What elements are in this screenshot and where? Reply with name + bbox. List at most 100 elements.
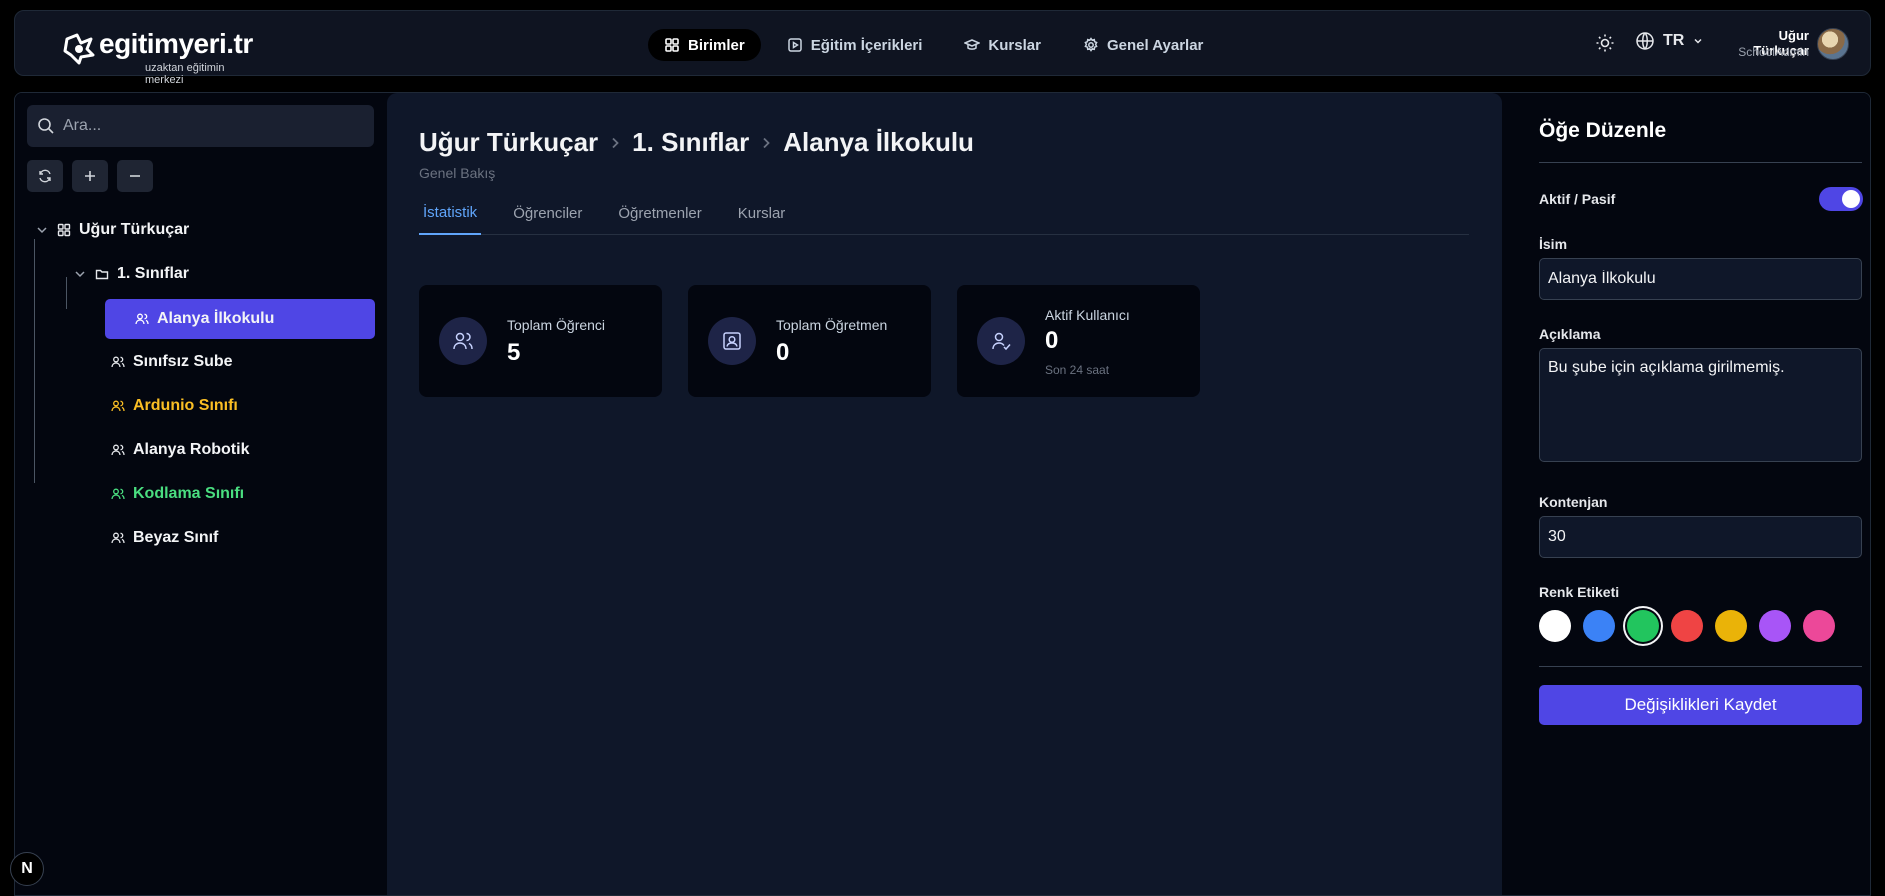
description-field[interactable]: Bu şube için açıklama girilmemiş. [1539, 348, 1862, 462]
save-button[interactable]: Değişiklikleri Kaydet [1539, 685, 1862, 725]
tree-guide [66, 277, 67, 309]
users-icon [111, 488, 125, 500]
tab-istatistik[interactable]: İstatistik [419, 191, 482, 235]
user-check-icon [992, 332, 1011, 351]
description-label: Açıklama [1539, 326, 1601, 342]
search-input[interactable] [63, 117, 353, 135]
search-box [27, 105, 374, 147]
chevron-right-icon [763, 137, 770, 148]
search-icon [38, 118, 54, 134]
color-swatch-yellow[interactable] [1715, 610, 1747, 642]
brand-tagline: uzaktan eğitimin merkezi [145, 62, 225, 86]
color-swatches [1539, 610, 1835, 642]
stat-label: Toplam Öğrenci [507, 317, 606, 333]
nav-birimler[interactable]: Birimler [648, 29, 761, 61]
active-label: Aktif / Pasif [1539, 191, 1616, 207]
tree-guide [34, 239, 35, 483]
refresh-button[interactable] [27, 160, 63, 192]
app-frame: Uğur Türkuçar 1. Sınıflar Alanya İlkokul… [14, 92, 1871, 896]
stat-card-active-users: Aktif Kullanıcı 0 Son 24 saat [957, 285, 1200, 397]
color-swatch-blue[interactable] [1583, 610, 1615, 642]
stat-card-students: Toplam Öğrenci 5 [419, 285, 662, 397]
tree-item-label: Alanya Robotik [133, 441, 250, 458]
nav-label: Eğitim İçerikleri [810, 36, 923, 54]
stat-label: Toplam Öğretmen [776, 317, 888, 333]
globe-icon [1636, 32, 1654, 50]
tree-item-label: Ardunio Sınıfı [133, 397, 238, 414]
tree-item-label: Kodlama Sınıfı [133, 485, 245, 502]
users-icon [111, 400, 125, 412]
tree-item-folder[interactable]: 1. Sınıflar [73, 255, 189, 293]
contact-square-icon [723, 332, 741, 350]
minus-icon [130, 175, 140, 177]
tab-ogrenciler[interactable]: Öğrenciler [509, 191, 586, 235]
stat-value: 0 [1045, 327, 1059, 354]
tree-item[interactable]: Ardunio Sınıfı [111, 387, 238, 425]
language-select[interactable]: TR [1635, 31, 1704, 51]
active-toggle[interactable] [1819, 187, 1863, 211]
tree-item[interactable]: Sınıfsız Sube [111, 343, 233, 381]
top-bar: egitimyeri.tr uzaktan eğitimin merkezi B… [14, 10, 1871, 86]
stat-label: Aktif Kullanıcı [1045, 307, 1130, 323]
quota-label: Kontenjan [1539, 494, 1608, 510]
color-swatch-green[interactable] [1627, 610, 1659, 642]
expand-all-button[interactable] [72, 160, 108, 192]
tree-item-selected[interactable]: Alanya İlkokulu [105, 299, 375, 339]
nav-egitim-icerikleri[interactable]: Eğitim İçerikleri [771, 29, 939, 61]
color-swatch-red[interactable] [1671, 610, 1703, 642]
stat-icon-wrap [708, 317, 756, 365]
breadcrumb: Uğur Türkuçar 1. Sınıflar Alanya İlkokul… [419, 127, 974, 158]
edit-panel: Öğe Düzenle Aktif / Pasif İsim Açıklama … [1503, 93, 1870, 895]
collapse-all-button[interactable] [117, 160, 153, 192]
name-field[interactable] [1539, 258, 1862, 300]
page-subtitle: Genel Bakış [419, 165, 496, 181]
breadcrumb-item-current: Alanya İlkokulu [783, 127, 974, 157]
stat-icon-wrap [977, 317, 1025, 365]
chevron-down-icon [75, 271, 85, 278]
tree-item-root[interactable]: Uğur Türkuçar [35, 211, 189, 249]
grid-icon [665, 38, 679, 52]
folder-icon [95, 269, 109, 280]
nav-genel-ayarlar[interactable]: Genel Ayarlar [1067, 29, 1219, 61]
main-content: Uğur Türkuçar 1. Sınıflar Alanya İlkokul… [387, 93, 1502, 895]
color-swatch-white[interactable] [1539, 610, 1571, 642]
divider [1539, 162, 1862, 163]
main-nav: Birimler Eğitim İçerikleri Kurslar Genel… [648, 29, 1219, 61]
name-label: İsim [1539, 236, 1568, 252]
panel-title: Öğe Düzenle [1539, 119, 1667, 142]
tree-item[interactable]: Kodlama Sınıfı [111, 475, 244, 513]
chevron-down-icon [1694, 38, 1702, 44]
graduation-cap-icon [964, 39, 981, 50]
users-icon [111, 356, 125, 368]
user-role: SchoolAdmin [1738, 45, 1809, 59]
tree-item[interactable]: Beyaz Sınıf [111, 519, 218, 557]
color-label: Renk Etiketi [1539, 584, 1620, 600]
breadcrumb-item[interactable]: 1. Sınıflar [632, 127, 749, 158]
tree-item-label: Uğur Türkuçar [79, 221, 190, 238]
toggle-knob [1842, 190, 1860, 208]
tab-kurslar[interactable]: Kurslar [734, 191, 790, 235]
tree-item-label: Alanya İlkokulu [157, 310, 275, 327]
chevron-right-icon [612, 137, 619, 148]
nav-kurslar[interactable]: Kurslar [948, 29, 1057, 61]
brand-logo[interactable]: egitimyeri.tr uzaktan eğitimin merkezi [47, 21, 257, 86]
color-swatch-purple[interactable] [1759, 610, 1791, 642]
tab-ogretmenler[interactable]: Öğretmenler [614, 191, 705, 235]
users-icon [453, 332, 473, 350]
tab-bar: İstatistik Öğrenciler Öğretmenler Kursla… [419, 191, 1469, 235]
users-icon [111, 532, 125, 544]
divider [1539, 666, 1862, 667]
next-dev-badge[interactable]: N [10, 852, 44, 886]
nav-label: Birimler [688, 36, 745, 54]
nav-label: Genel Ayarlar [1106, 36, 1204, 54]
stat-card-teachers: Toplam Öğretmen 0 [688, 285, 931, 397]
tree-toolbar [27, 160, 153, 192]
breadcrumb-item[interactable]: Uğur Türkuçar [419, 127, 598, 158]
logo-mark-icon [63, 33, 95, 65]
avatar[interactable] [1817, 28, 1849, 60]
tree-item-label: Sınıfsız Sube [133, 353, 233, 370]
quota-field[interactable] [1539, 516, 1862, 558]
color-swatch-pink[interactable] [1803, 610, 1835, 642]
tree-item[interactable]: Alanya Robotik [111, 431, 249, 469]
theme-toggle-sun-icon[interactable] [1595, 33, 1615, 53]
